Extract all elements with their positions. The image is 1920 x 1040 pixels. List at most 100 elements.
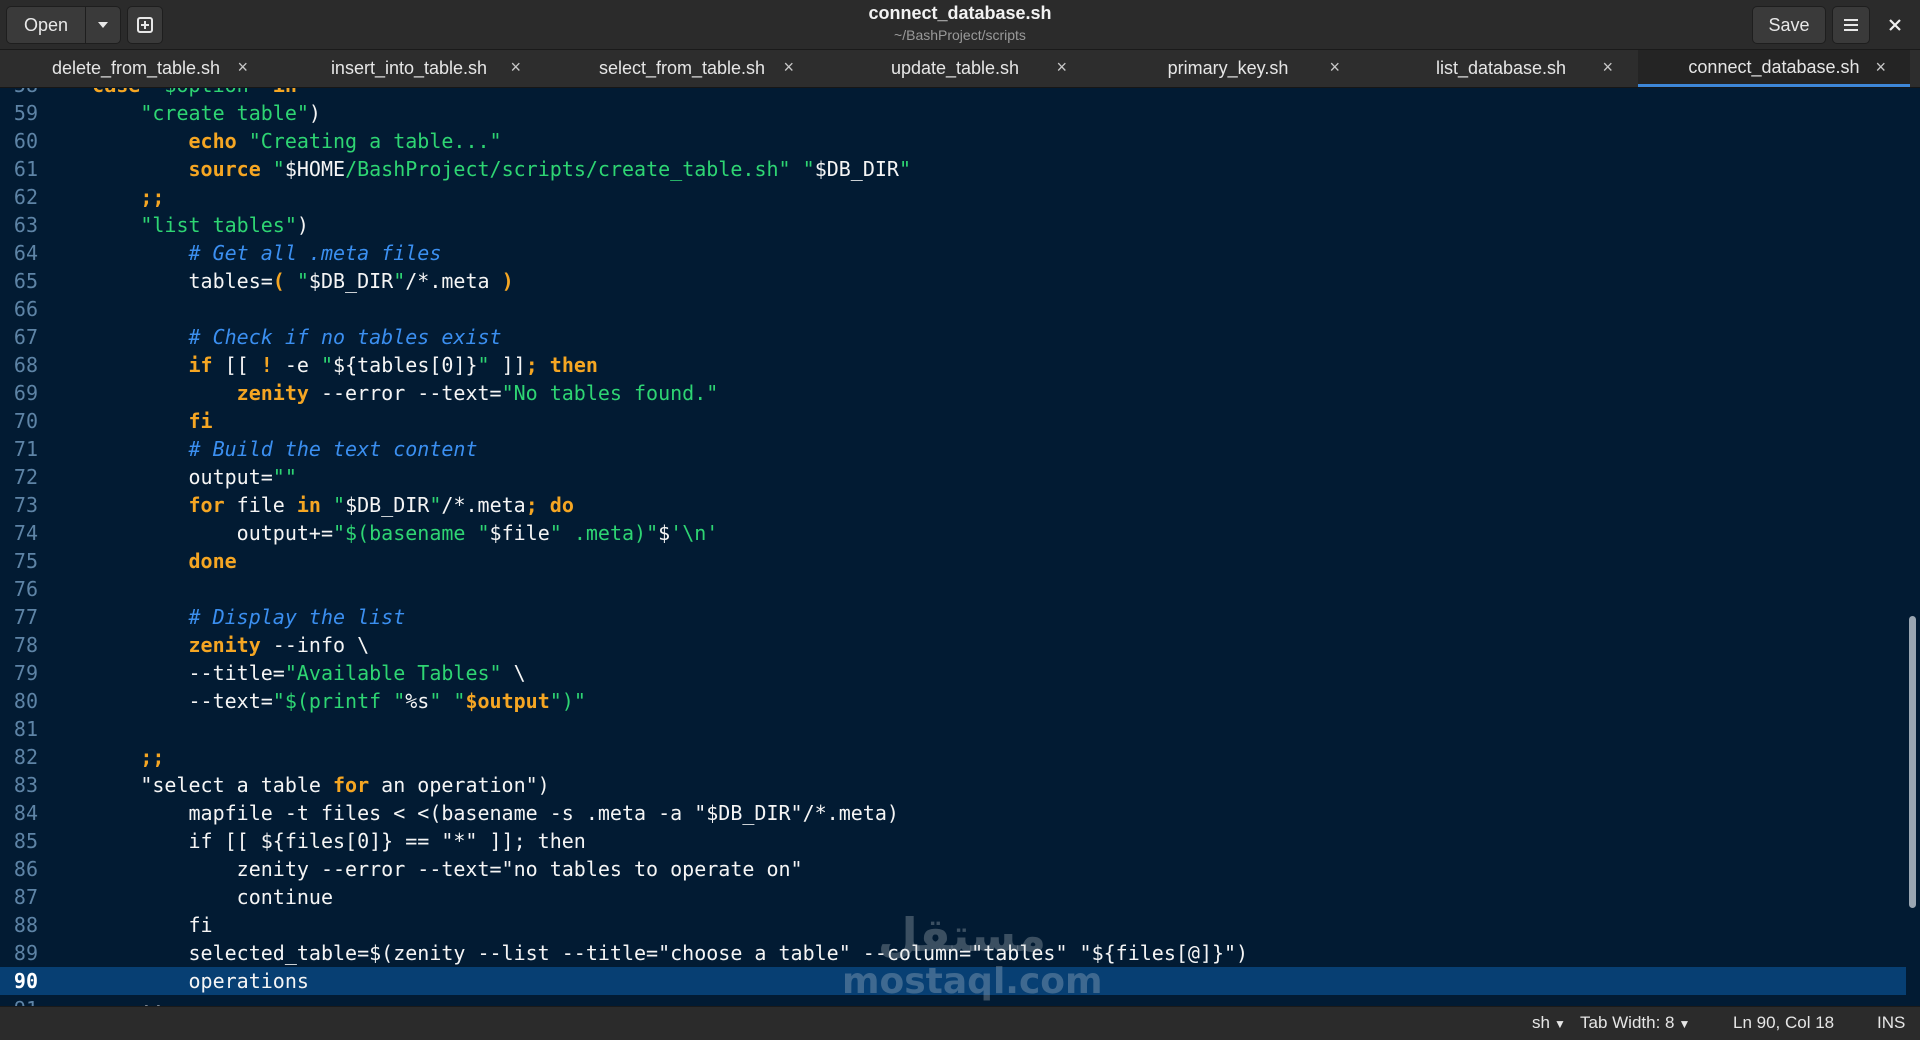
code-line[interactable]: 68 if [[ ! -e "${tables[0]}" ]]; then <box>0 351 1906 379</box>
code-token: '\n' <box>670 521 719 545</box>
code-token: file <box>224 493 297 517</box>
code-text: if [[ ${files[0]} == "*" ]]; then <box>44 827 586 855</box>
code-token: zenity <box>236 381 309 405</box>
code-token: --error --text= <box>308 381 502 405</box>
code-line[interactable]: 86 zenity --error --text="no tables to o… <box>0 855 1906 883</box>
code-line[interactable]: 63 "list tables") <box>0 211 1906 239</box>
code-line[interactable]: 73 for file in "$DB_DIR"/*.meta; do <box>0 491 1906 519</box>
scrollbar-thumb[interactable] <box>1909 616 1916 908</box>
code-text: zenity --error --text="No tables found." <box>44 379 719 407</box>
tab-update-table[interactable]: update_table.sh × <box>819 50 1091 87</box>
code-token: if [[ ${files[0]} == "*" ]]; then <box>44 829 586 853</box>
code-line[interactable]: 79 --title="Available Tables" \ <box>0 659 1906 687</box>
line-number: 80 <box>13 689 38 713</box>
vertical-scrollbar[interactable] <box>1906 88 1920 1006</box>
close-icon[interactable]: × <box>1056 57 1067 78</box>
language-selector[interactable]: sh ▼ <box>1532 1013 1566 1033</box>
code-line[interactable]: 76 <box>0 575 1906 603</box>
code-token: # Build the text content <box>188 437 478 461</box>
line-number: 71 <box>13 437 38 461</box>
code-line[interactable]: 80 --text="$(printf "%s" "$output")" <box>0 687 1906 715</box>
code-text: "select a table for an operation") <box>44 771 549 799</box>
tab-label: delete_from_table.sh <box>51 58 221 78</box>
line-number: 70 <box>13 409 38 433</box>
code-line[interactable]: 61 source "$HOME/BashProject/scripts/cre… <box>0 155 1906 183</box>
code-token: in <box>296 493 321 517</box>
code-token: # Get all .meta files <box>188 241 442 265</box>
code-token: /BashProject/scripts/create_table.sh" <box>345 157 791 181</box>
code-token: ! <box>260 353 273 377</box>
tab-width-selector[interactable]: Tab Width: 8 ▼ <box>1580 1013 1690 1033</box>
line-number: 58 <box>0 88 38 99</box>
line-number: 64 <box>13 241 38 265</box>
code-line[interactable]: 70 fi <box>0 407 1906 435</box>
code-text: # Display the list <box>44 603 406 631</box>
close-icon[interactable]: × <box>1602 57 1613 78</box>
close-icon[interactable]: × <box>510 57 521 78</box>
code-line[interactable]: 65 tables=( "$DB_DIR"/*.meta ) <box>0 267 1906 295</box>
code-token: for <box>188 493 225 517</box>
code-text: echo "Creating a table..." <box>44 127 502 155</box>
menu-button[interactable] <box>1832 6 1870 44</box>
tab-delete-from-table[interactable]: delete_from_table.sh × <box>0 50 272 87</box>
code-line[interactable]: 84 mapfile -t files < <(basename -s .met… <box>0 799 1906 827</box>
code-token: operations <box>44 969 309 993</box>
watermark-logo: مستقل mostaql.com <box>842 908 1103 1018</box>
code-token: $DB_DIR <box>814 157 899 181</box>
line-number: 91 <box>0 995 38 1006</box>
code-line[interactable]: 87 continue <box>0 883 1906 911</box>
code-line[interactable]: 67 # Check if no tables exist <box>0 323 1906 351</box>
tab-list-database[interactable]: list_database.sh × <box>1365 50 1637 87</box>
code-line[interactable]: 62 ;; <box>0 183 1906 211</box>
code-line[interactable]: 77 # Display the list <box>0 603 1906 631</box>
watermark-arabic: مستقل <box>877 908 1047 962</box>
close-window-button[interactable] <box>1876 6 1914 44</box>
code-token: ")" <box>549 689 586 713</box>
code-line[interactable]: 75 done <box>0 547 1906 575</box>
code-line[interactable]: 60 echo "Creating a table..." <box>0 127 1906 155</box>
code-editor[interactable]: 58 case "$option" in59 "create table")60… <box>0 88 1906 1006</box>
code-line[interactable]: 72 output="" <box>0 463 1906 491</box>
tab-primary-key[interactable]: primary_key.sh × <box>1092 50 1364 87</box>
code-line[interactable]: 71 # Build the text content <box>0 435 1906 463</box>
watermark-latin: mostaql.com <box>842 961 1103 1002</box>
save-button[interactable]: Save <box>1752 6 1826 44</box>
code-line[interactable]: 82 ;; <box>0 743 1906 771</box>
code-line[interactable]: 64 # Get all .meta files <box>0 239 1906 267</box>
code-text: --title="Available Tables" \ <box>44 659 525 687</box>
code-token: $HOME <box>284 157 346 181</box>
tab-connect-database[interactable]: connect_database.sh × <box>1638 50 1910 87</box>
code-line[interactable]: 81 <box>0 715 1906 743</box>
code-token: $DB_DIR <box>308 269 394 293</box>
code-line[interactable]: 85 if [[ ${files[0]} == "*" ]]; then <box>0 827 1906 855</box>
close-icon[interactable]: × <box>237 57 248 78</box>
tab-select-from-table[interactable]: select_from_table.sh × <box>546 50 818 87</box>
tab-insert-into-table[interactable]: insert_into_table.sh × <box>273 50 545 87</box>
code-token: then <box>549 353 598 377</box>
cursor-position[interactable]: Ln 90, Col 18 <box>1733 1013 1834 1033</box>
code-line[interactable]: 66 <box>0 295 1906 323</box>
code-line[interactable]: 58 case "$option" in <box>0 88 1906 99</box>
close-icon[interactable]: × <box>1875 57 1886 78</box>
code-line[interactable]: 83 "select a table for an operation") <box>0 771 1906 799</box>
close-icon[interactable]: × <box>1329 57 1340 78</box>
code-token: ) <box>308 101 321 125</box>
code-text: # Check if no tables exist <box>44 323 502 351</box>
language-label: sh <box>1532 1013 1550 1032</box>
code-line[interactable]: 74 output+="$(basename "$file" .meta)"$'… <box>0 519 1906 547</box>
code-line[interactable]: 78 zenity --info \ <box>0 631 1906 659</box>
chevron-down-icon: ▼ <box>1678 1017 1691 1031</box>
code-line[interactable]: 59 "create table") <box>0 99 1906 127</box>
code-line[interactable]: 69 zenity --error --text="No tables foun… <box>0 379 1906 407</box>
code-text: tables=( "$DB_DIR"/*.meta ) <box>44 267 513 295</box>
close-icon[interactable]: × <box>783 57 794 78</box>
code-token: output= <box>44 465 273 489</box>
code-text: "create table") <box>44 99 321 127</box>
code-token: fi <box>188 409 213 433</box>
insert-mode-label: INS <box>1877 1013 1906 1032</box>
